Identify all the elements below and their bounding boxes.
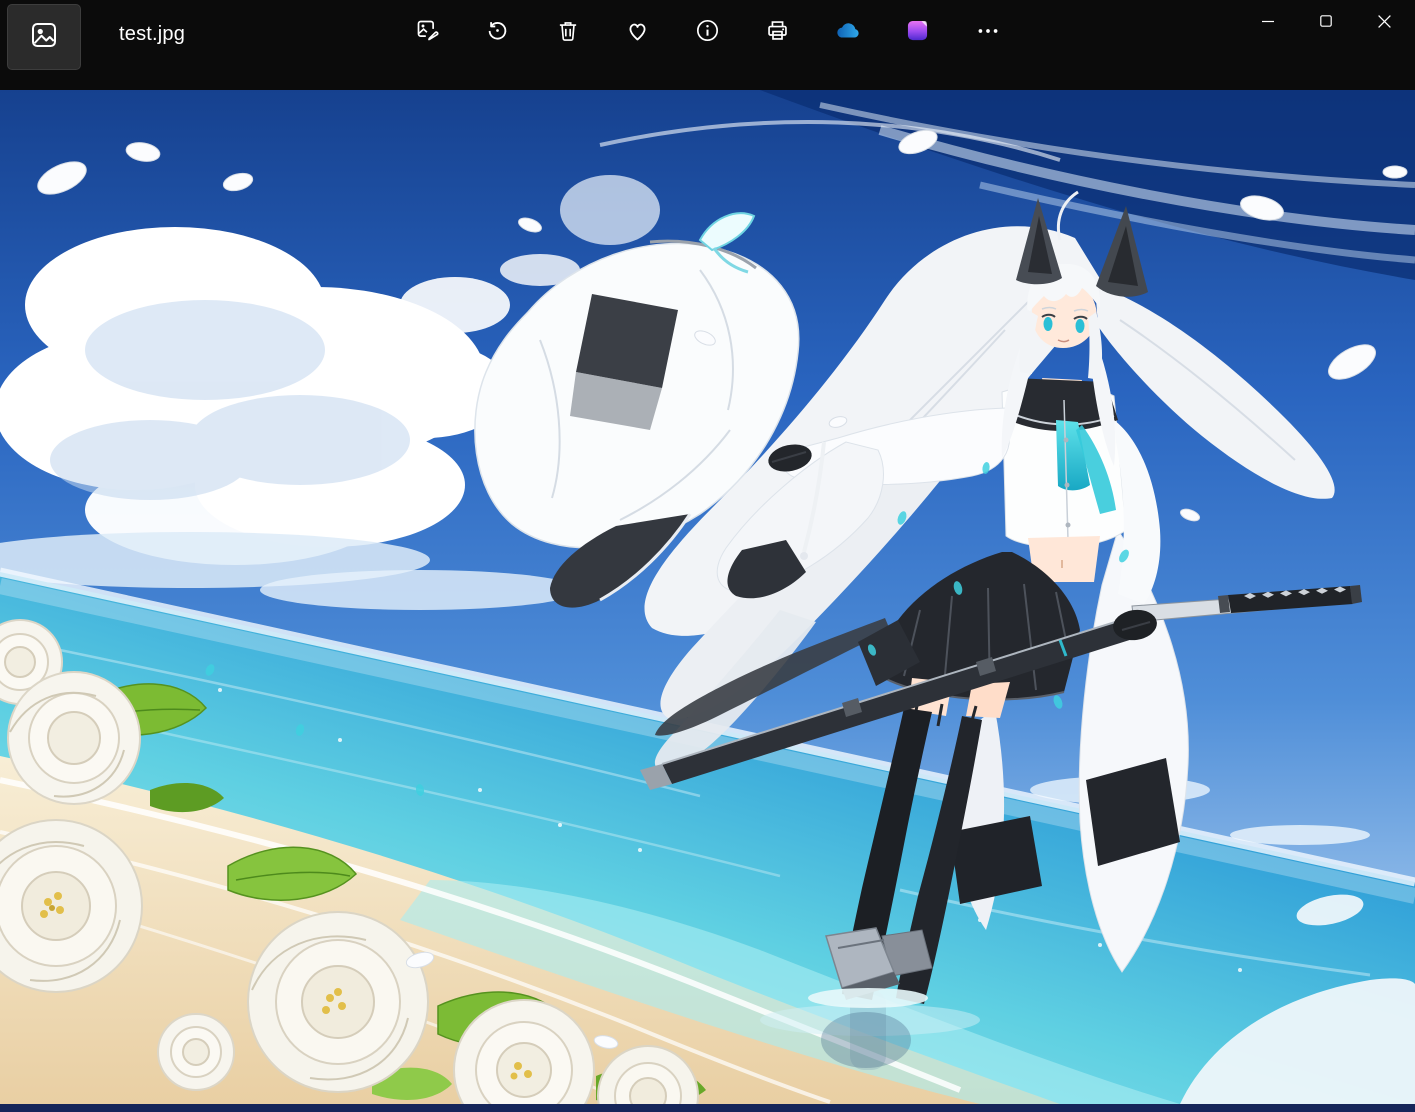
printer-icon xyxy=(764,17,791,49)
window-title: test.jpg xyxy=(119,23,186,45)
rotate-button[interactable] xyxy=(475,10,521,56)
print-button[interactable] xyxy=(755,10,801,56)
clipchamp-icon xyxy=(904,17,931,49)
close-button[interactable] xyxy=(1355,0,1413,42)
ellipsis-icon xyxy=(975,18,1001,49)
photos-app-icon-tile[interactable] xyxy=(7,4,81,70)
delete-button[interactable] xyxy=(545,10,591,56)
favorite-button[interactable] xyxy=(615,10,661,56)
titlebar: test.jpg xyxy=(0,0,1415,90)
image-pencil-icon xyxy=(414,17,441,49)
image-viewer-canvas[interactable] xyxy=(0,90,1415,1104)
window-controls xyxy=(1239,0,1413,42)
rotate-icon xyxy=(484,17,511,49)
rose xyxy=(7,671,141,805)
bottom-edge xyxy=(0,1104,1415,1112)
heart-icon xyxy=(624,17,651,49)
more-options-button[interactable] xyxy=(965,10,1011,56)
file-info-button[interactable] xyxy=(685,10,731,56)
edit-image-button[interactable] xyxy=(405,10,451,56)
edit-in-clipchamp-button[interactable] xyxy=(895,10,941,56)
maximize-button[interactable] xyxy=(1297,0,1355,42)
photos-app-icon xyxy=(29,20,59,55)
photo-test-jpg xyxy=(0,90,1415,1104)
info-icon xyxy=(694,17,721,49)
toolbar xyxy=(405,10,1011,56)
save-to-onedrive-button[interactable] xyxy=(825,10,871,56)
rose xyxy=(247,911,429,1093)
onedrive-cloud-icon xyxy=(833,16,863,51)
minimize-button[interactable] xyxy=(1239,0,1297,42)
trash-icon xyxy=(555,18,581,49)
rose xyxy=(157,1013,235,1091)
photos-app-window: test.jpg xyxy=(0,0,1415,1112)
